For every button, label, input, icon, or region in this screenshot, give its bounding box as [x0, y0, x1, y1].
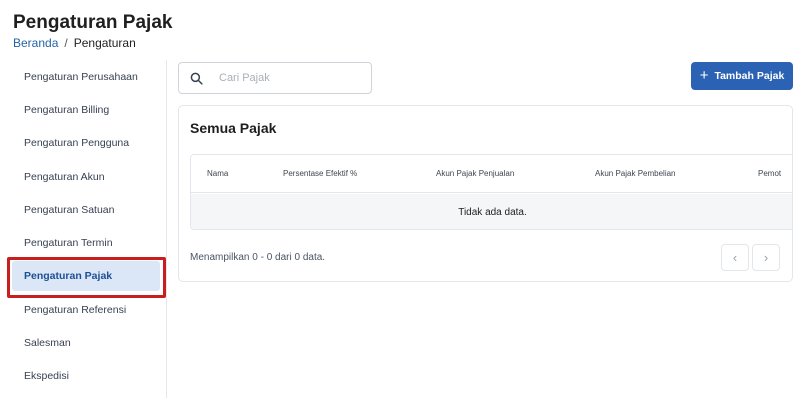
tax-table: Nama Persentase Efektif % Akun Pajak Pen…: [190, 154, 792, 230]
sidebar-item-ekspedisi[interactable]: Ekspedisi: [12, 361, 160, 391]
column-header-akun-penjualan[interactable]: Akun Pajak Penjualan: [436, 169, 514, 178]
column-header-akun-pembelian[interactable]: Akun Pajak Pembelian: [595, 169, 676, 178]
sidebar-item-termin[interactable]: Pengaturan Termin: [12, 228, 160, 258]
column-header-persentase[interactable]: Persentase Efektif %: [283, 169, 357, 178]
search-icon: [190, 72, 203, 85]
sidebar-item-referensi[interactable]: Pengaturan Referensi: [12, 295, 160, 325]
search-box: [178, 62, 372, 94]
sidebar-item-pengguna[interactable]: Pengaturan Pengguna: [12, 128, 160, 158]
card-title: Semua Pajak: [190, 120, 277, 136]
sidebar-item-billing[interactable]: Pengaturan Billing: [12, 95, 160, 125]
sidebar-item-salesman[interactable]: Salesman: [12, 328, 160, 358]
pagination-summary: Menampilkan 0 - 0 dari 0 data.: [190, 252, 326, 263]
breadcrumb: Beranda / Pengaturan: [13, 36, 136, 50]
sidebar-item-satuan[interactable]: Pengaturan Satuan: [12, 195, 160, 225]
next-page-button[interactable]: ›: [752, 244, 780, 271]
sidebar-item-pajak[interactable]: Pengaturan Pajak: [12, 261, 160, 291]
breadcrumb-home-link[interactable]: Beranda: [13, 36, 58, 50]
breadcrumb-separator: /: [64, 36, 68, 50]
sidebar-item-akun[interactable]: Pengaturan Akun: [12, 162, 160, 192]
sidebar-item-perusahaan[interactable]: Pengaturan Perusahaan: [12, 62, 160, 92]
search-input[interactable]: [219, 72, 359, 84]
add-tax-button[interactable]: + Tambah Pajak: [691, 62, 793, 90]
plus-icon: +: [699, 67, 709, 84]
page-title: Pengaturan Pajak: [13, 12, 173, 33]
chevron-left-icon: ‹: [732, 250, 738, 265]
empty-state-row: Tidak ada data.: [191, 194, 792, 229]
previous-page-button[interactable]: ‹: [721, 244, 749, 271]
table-header: Nama Persentase Efektif % Akun Pajak Pen…: [191, 155, 792, 193]
tax-list-card: Semua Pajak Nama Persentase Efektif % Ak…: [178, 105, 793, 282]
chevron-right-icon: ›: [763, 250, 769, 265]
column-header-nama[interactable]: Nama: [207, 169, 228, 178]
breadcrumb-current: Pengaturan: [73, 36, 136, 50]
column-header-pemotongan[interactable]: Pemot: [758, 169, 781, 178]
empty-state-text: Tidak ada data.: [458, 207, 527, 218]
add-tax-button-label: Tambah Pajak: [714, 70, 785, 82]
settings-sidebar: Pengaturan Perusahaan Pengaturan Billing…: [0, 60, 167, 398]
